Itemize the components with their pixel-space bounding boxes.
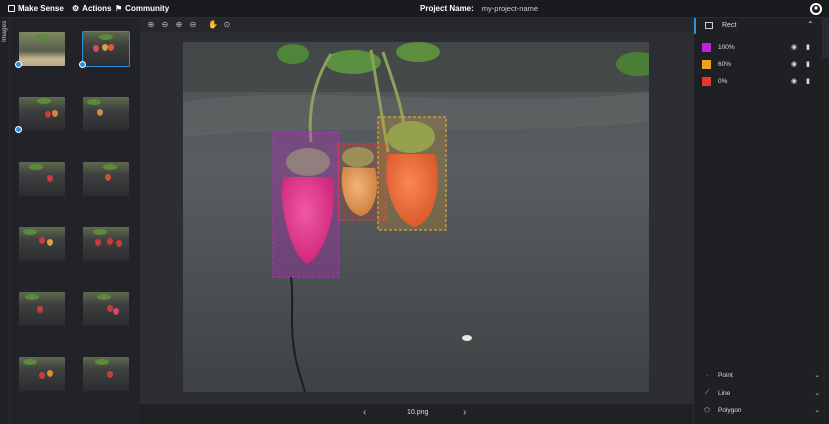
next-image-button[interactable]: ›: [463, 407, 466, 418]
trash-icon[interactable]: ▮: [806, 43, 810, 51]
thumbnail-7[interactable]: [19, 227, 65, 261]
eye-icon[interactable]: ◉: [791, 43, 797, 51]
thumbnail-2[interactable]: [82, 31, 130, 67]
thumbnail-10[interactable]: [83, 292, 129, 326]
chevron-up-icon[interactable]: ⌃: [807, 20, 814, 29]
zoom-out-icon[interactable]: ⊖: [160, 20, 170, 30]
annotated-image[interactable]: [183, 42, 649, 392]
project-name-label: Project Name:: [420, 4, 474, 13]
bbox-60-percent[interactable]: [377, 116, 447, 231]
tool-label: Polygon: [718, 406, 742, 414]
label-row-0[interactable]: 0% ◉ ▮: [702, 75, 812, 87]
trash-icon[interactable]: ▮: [806, 60, 810, 68]
menu-label: Community: [125, 4, 170, 13]
thumbnail-8[interactable]: [83, 227, 129, 261]
thumbnail-5[interactable]: [19, 162, 65, 196]
logo-icon: [8, 5, 15, 12]
top-bar: Make Sense ⚙ Actions ⚑ Community Project…: [0, 0, 829, 18]
menu-community[interactable]: ⚑ Community: [115, 4, 169, 13]
right-side-tab[interactable]: [822, 18, 829, 58]
label-color-swatch[interactable]: [702, 59, 711, 69]
point-icon: ·: [705, 371, 709, 379]
thumbnail-12[interactable]: [83, 357, 129, 391]
hand-icon[interactable]: ✋: [208, 20, 218, 30]
project-name-value[interactable]: my-project-name: [482, 4, 538, 13]
canvas-toolbar: ⊕ ⊖ ⊕ ⊖ ✋ ⊙: [140, 18, 693, 32]
tool-label: Point: [718, 371, 733, 379]
editor-canvas[interactable]: ⊕ ⊖ ⊕ ⊖ ✋ ⊙: [140, 18, 693, 404]
chevron-down-icon[interactable]: ⌄: [815, 389, 820, 397]
checked-icon: [15, 61, 22, 68]
thumbnail-11[interactable]: [19, 357, 65, 391]
actions-icon: ⚙: [72, 4, 80, 13]
menu-actions[interactable]: ⚙ Actions: [72, 4, 112, 13]
label-row-100[interactable]: 100% ◉ ▮: [702, 41, 812, 53]
image-thumbnail-list: [10, 18, 140, 424]
thumbnail-3[interactable]: [19, 97, 65, 131]
label-name: 100%: [718, 43, 735, 51]
polygon-icon: ⬠: [704, 407, 710, 414]
bbox-100-percent[interactable]: [272, 131, 340, 278]
active-indicator: [694, 18, 696, 34]
thumbnail-4[interactable]: [83, 97, 129, 131]
image-navigation-bar: ‹ 10.png ›: [140, 404, 693, 424]
thumbnail-1[interactable]: [19, 32, 65, 66]
rect-icon: [705, 22, 713, 29]
community-icon: ⚑: [115, 4, 123, 13]
tool-line[interactable]: ⟋ Line ⌄: [702, 387, 820, 399]
menu-make-sense[interactable]: Make Sense: [8, 4, 64, 13]
current-filename: 10.png: [407, 409, 429, 416]
tool-point[interactable]: · Point ⌄: [702, 369, 820, 381]
menu-label: Make Sense: [18, 4, 64, 13]
thumbnail-9[interactable]: [19, 292, 65, 326]
menu-label: Actions: [82, 4, 112, 13]
label-name: 60%: [718, 60, 732, 68]
crosshair-icon[interactable]: ⊙: [222, 20, 232, 30]
chevron-down-icon[interactable]: ⌄: [815, 371, 820, 379]
label-name: 0%: [718, 77, 728, 85]
label-color-swatch[interactable]: [702, 76, 711, 86]
zoom-fit-icon[interactable]: ⊕: [174, 20, 184, 30]
eye-icon[interactable]: ◉: [791, 77, 797, 85]
checked-icon: [79, 61, 86, 68]
tool-label: Line: [718, 389, 731, 397]
github-icon[interactable]: [810, 3, 822, 15]
zoom-in-icon[interactable]: ⊕: [146, 20, 156, 30]
trash-icon[interactable]: ▮: [806, 77, 810, 85]
zoom-reset-icon[interactable]: ⊖: [188, 20, 198, 30]
images-side-tab[interactable]: Images: [0, 18, 10, 424]
tool-polygon[interactable]: ⬠ Polygon ⌄: [702, 404, 820, 416]
line-icon: ⟋: [704, 389, 710, 396]
project-name-area: Project Name: my-project-name: [420, 4, 538, 13]
label-row-60[interactable]: 60% ◉ ▮: [702, 58, 812, 70]
checked-icon: [15, 126, 22, 133]
label-color-swatch[interactable]: [702, 42, 711, 52]
label-panel: Rect ⌃ 100% ◉ ▮ 60% ◉ ▮ 0% ◉ ▮ · Point ⌄…: [693, 18, 829, 424]
previous-image-button[interactable]: ‹: [363, 407, 366, 418]
rect-tool-header[interactable]: Rect ⌃: [694, 18, 824, 34]
chevron-down-icon[interactable]: ⌄: [815, 406, 820, 414]
eye-icon[interactable]: ◉: [791, 60, 797, 68]
rect-tool-label: Rect: [722, 22, 737, 29]
images-tab-label: Images: [1, 20, 8, 42]
thumbnail-6[interactable]: [83, 162, 129, 196]
